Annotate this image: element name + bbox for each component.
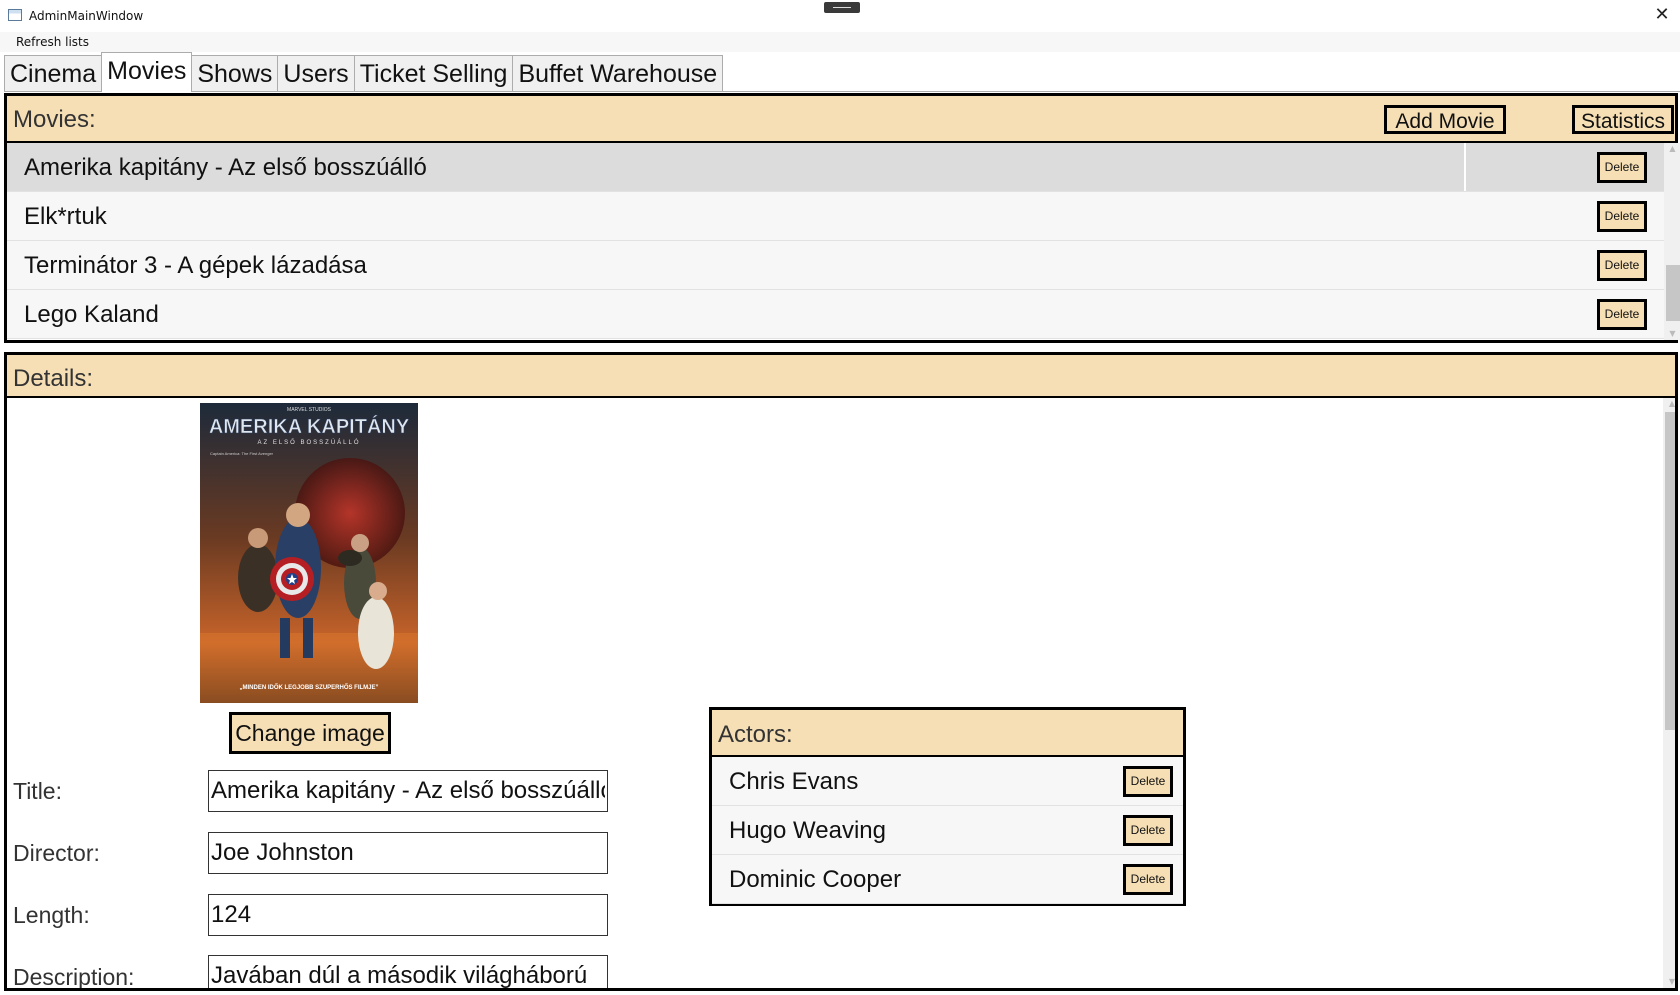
- title-input[interactable]: [208, 770, 608, 812]
- director-label: Director:: [13, 840, 100, 866]
- tab-users[interactable]: Users: [277, 55, 355, 92]
- scroll-down-icon[interactable]: ▼: [1663, 976, 1675, 988]
- scroll-thumb[interactable]: [1665, 412, 1675, 730]
- details-panel: Details: MARVEL STUDIOS AMERIKA KAPITÁNY…: [4, 352, 1678, 991]
- change-image-button[interactable]: Change image: [229, 712, 391, 754]
- delete-movie-button[interactable]: Delete: [1597, 250, 1647, 281]
- tab-ticket-selling[interactable]: Ticket Selling: [353, 55, 514, 92]
- details-header: Details:: [7, 355, 1675, 398]
- details-scrollbar[interactable]: ▲ ▼: [1663, 398, 1675, 988]
- movie-row[interactable]: Amerika kapitány - Az első bosszúálló De…: [7, 143, 1665, 192]
- actors-header-label: Actors:: [718, 721, 793, 748]
- title-label: Title:: [13, 778, 62, 804]
- title-bar: AdminMainWindow ✕: [0, 0, 1680, 32]
- delete-actor-button[interactable]: Delete: [1123, 864, 1173, 895]
- tab-strip: Cinema Movies Shows Users Ticket Selling…: [4, 52, 724, 92]
- scroll-up-icon[interactable]: ▲: [1664, 143, 1680, 155]
- window-title: AdminMainWindow: [29, 9, 144, 23]
- tab-shows[interactable]: Shows: [191, 55, 279, 92]
- actor-name: Dominic Cooper: [729, 866, 902, 893]
- movie-title: Terminátor 3 - A gépek lázadása: [24, 252, 367, 279]
- refresh-lists-menu-item[interactable]: Refresh lists: [16, 35, 89, 49]
- movies-header-label: Movies:: [13, 106, 96, 133]
- length-label: Length:: [13, 902, 90, 928]
- movie-poster-image: MARVEL STUDIOS AMERIKA KAPITÁNY AZ ELSŐ …: [200, 403, 418, 703]
- scroll-thumb[interactable]: [1666, 265, 1680, 321]
- movie-row[interactable]: Elk*rtuk Delete: [7, 192, 1665, 241]
- movie-title: Lego Kaland: [24, 301, 159, 328]
- movie-title: Amerika kapitány - Az első bosszúálló: [24, 154, 427, 181]
- movie-row[interactable]: Terminátor 3 - A gépek lázadása Delete: [7, 241, 1665, 290]
- tab-movies[interactable]: Movies: [101, 52, 193, 92]
- movies-header: Movies: Add Movie Statistics: [7, 96, 1675, 143]
- actor-row[interactable]: Chris Evans Delete: [712, 757, 1183, 806]
- actor-name: Hugo Weaving: [729, 817, 886, 844]
- poster-title: AMERIKA KAPITÁNY: [209, 415, 410, 438]
- close-icon[interactable]: ✕: [1652, 4, 1672, 26]
- statistics-button[interactable]: Statistics: [1572, 105, 1674, 134]
- length-input[interactable]: [208, 894, 608, 936]
- movie-row[interactable]: Lego Kaland Delete: [7, 290, 1665, 339]
- actor-row[interactable]: Hugo Weaving Delete: [712, 806, 1183, 855]
- poster-small-text: Captain America: The First Avenger: [210, 451, 274, 456]
- delete-actor-button[interactable]: Delete: [1123, 815, 1173, 846]
- delete-actor-button[interactable]: Delete: [1123, 766, 1173, 797]
- tab-cinema[interactable]: Cinema: [4, 55, 103, 92]
- actors-panel: Actors: Chris Evans Delete Hugo Weaving …: [709, 707, 1186, 906]
- details-header-label: Details:: [13, 365, 94, 392]
- tab-divider: [4, 91, 1680, 92]
- app-window-icon: [8, 9, 22, 21]
- movie-list-scrollbar[interactable]: ▲ ▼: [1664, 143, 1680, 340]
- scroll-down-icon[interactable]: ▼: [1664, 328, 1680, 340]
- director-input[interactable]: [208, 832, 608, 874]
- poster-studio: MARVEL STUDIOS: [287, 407, 332, 413]
- poster-subtitle: AZ ELSŐ BOSSZÚÁLLÓ: [257, 439, 360, 446]
- movie-list: Amerika kapitány - Az első bosszúálló De…: [7, 143, 1665, 340]
- movies-panel: Movies: Add Movie Statistics Amerika kap…: [4, 93, 1680, 343]
- movie-title: Elk*rtuk: [24, 203, 107, 230]
- description-label: Description:: [13, 964, 135, 988]
- add-movie-button[interactable]: Add Movie: [1384, 105, 1506, 134]
- actor-name: Chris Evans: [729, 768, 859, 795]
- tab-buffet-warehouse[interactable]: Buffet Warehouse: [512, 55, 724, 92]
- scroll-up-icon[interactable]: ▲: [1663, 398, 1675, 410]
- description-input[interactable]: Javában dúl a második világháború: [208, 955, 608, 988]
- delete-movie-button[interactable]: Delete: [1597, 299, 1647, 330]
- menu-bar: Refresh lists: [0, 32, 1680, 52]
- delete-movie-button[interactable]: Delete: [1597, 152, 1647, 183]
- delete-movie-button[interactable]: Delete: [1597, 201, 1647, 232]
- snap-grip-handle[interactable]: [824, 2, 860, 13]
- actors-header: Actors:: [712, 710, 1183, 757]
- details-body: MARVEL STUDIOS AMERIKA KAPITÁNY AZ ELSŐ …: [7, 398, 1661, 988]
- poster-tagline: „MINDEN IDŐK LEGJOBB SZUPERHŐS FILMJE”: [239, 684, 378, 691]
- row-divider: [1464, 143, 1466, 191]
- actor-row[interactable]: Dominic Cooper Delete: [712, 855, 1183, 904]
